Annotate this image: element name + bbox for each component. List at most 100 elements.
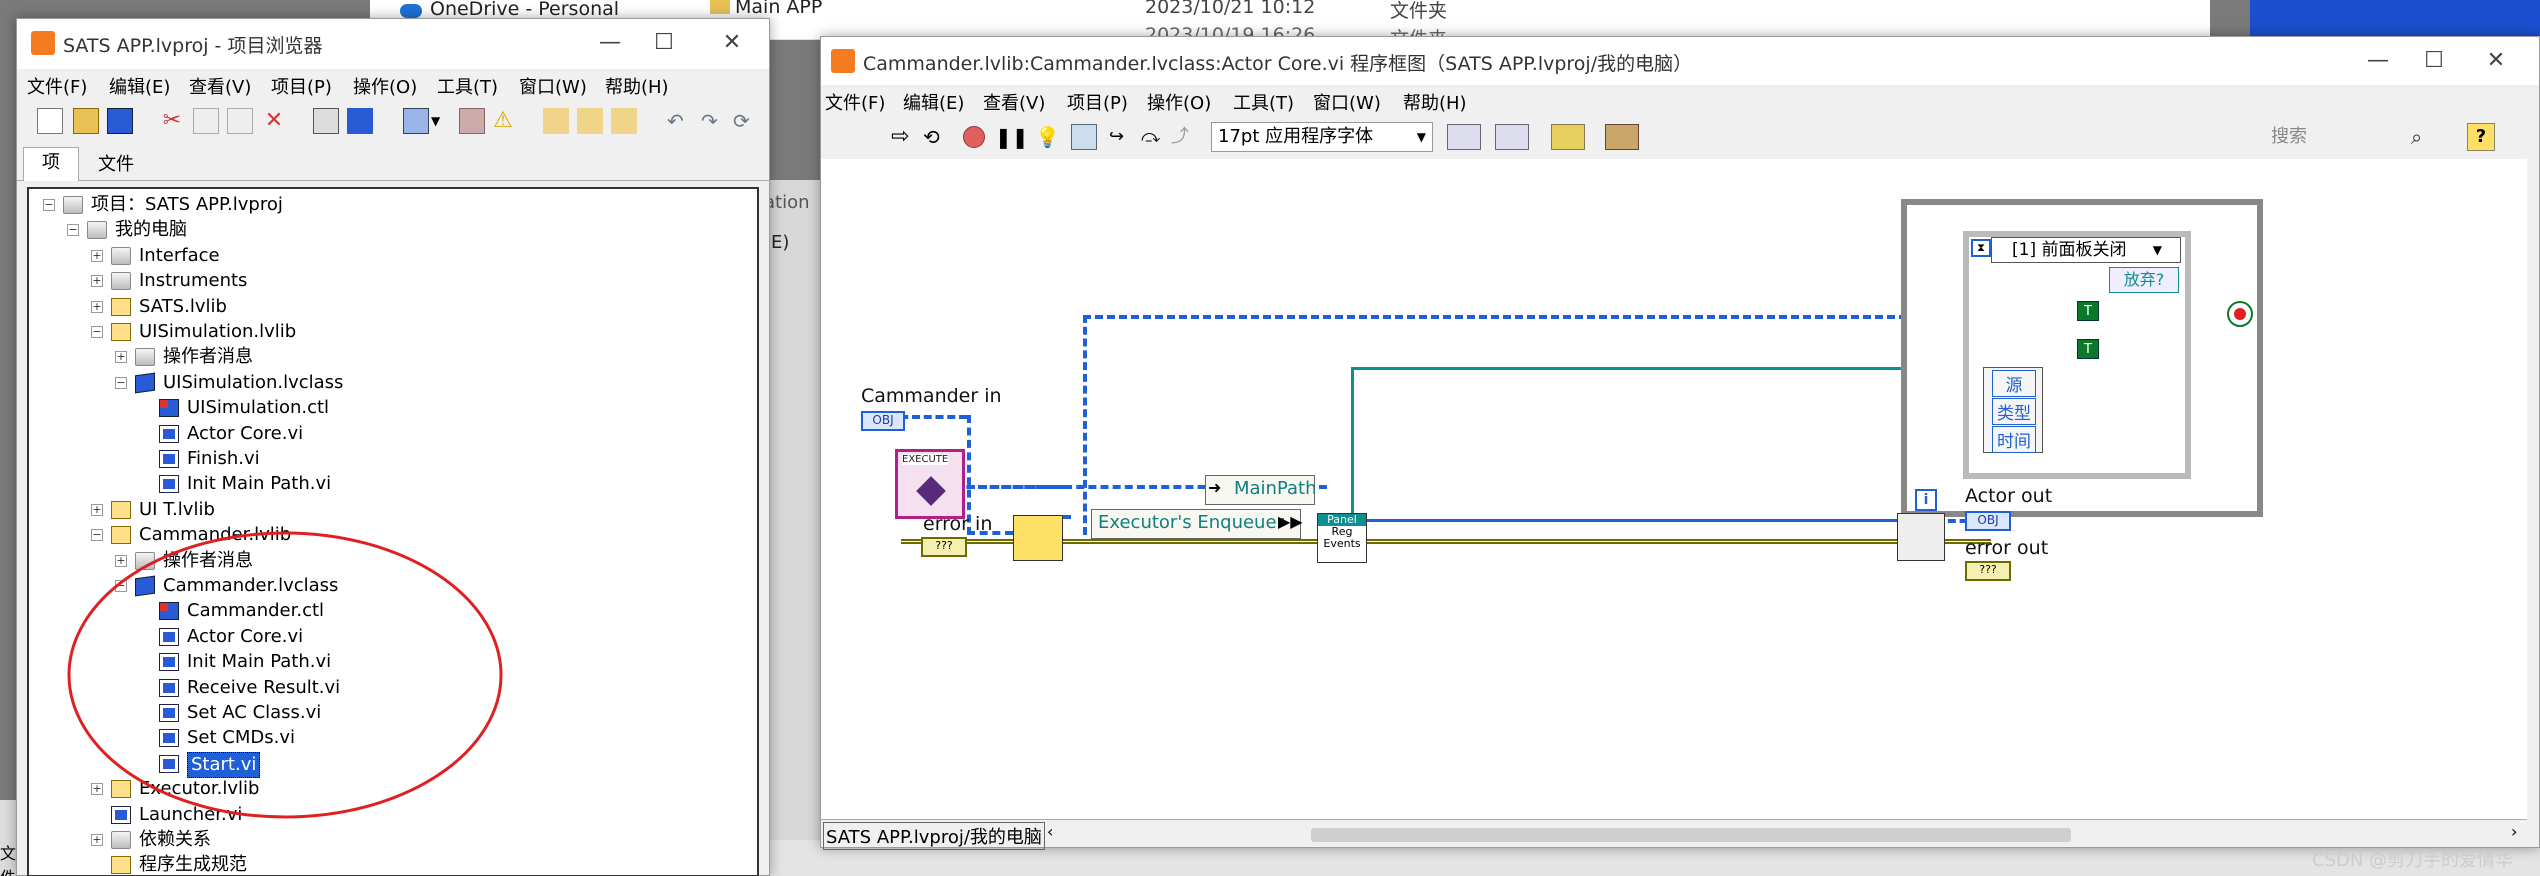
run-continuously-icon[interactable]: ⟲ bbox=[923, 124, 949, 150]
cleanup-diagram-icon[interactable] bbox=[1605, 124, 1639, 150]
menu-project[interactable]: 项目(P) bbox=[271, 73, 332, 99]
true-constant[interactable]: T bbox=[2077, 301, 2099, 321]
tree-item[interactable]: + Instruments bbox=[29, 269, 749, 293]
menu-tools[interactable]: 工具(T) bbox=[1233, 89, 1294, 115]
reorder-icon[interactable] bbox=[1551, 124, 1585, 150]
reg-events-node[interactable]: Panel Reg Events bbox=[1317, 513, 1367, 563]
view-options-icon[interactable] bbox=[403, 108, 429, 134]
executors-enqueuer-node[interactable]: Executor's Enqueuer ▶▶ bbox=[1091, 509, 1303, 539]
expand-all-icon[interactable] bbox=[543, 108, 569, 134]
tree-item[interactable]: + 依赖关系 bbox=[29, 828, 749, 852]
search-field[interactable]: 搜索 ⌕ bbox=[2261, 122, 2441, 152]
menu-help[interactable]: 帮助(H) bbox=[1403, 89, 1467, 115]
expand-icon[interactable]: + bbox=[91, 300, 103, 313]
dropdown-arrow-icon[interactable]: ▼ bbox=[431, 108, 443, 134]
pause-icon[interactable]: ❚❚ bbox=[995, 124, 1029, 150]
open-icon[interactable] bbox=[73, 108, 99, 134]
tree-item[interactable]: − UISimulation.lvclass bbox=[29, 371, 749, 395]
tree-item[interactable]: + SATS.lvlib bbox=[29, 295, 749, 319]
unbundle-node[interactable] bbox=[1897, 513, 1945, 561]
tree-item[interactable]: − 项目：SATS APP.lvproj bbox=[29, 193, 749, 217]
maximize-button[interactable]: ☐ bbox=[639, 25, 689, 61]
tab-files[interactable]: 文件 bbox=[83, 151, 149, 181]
tree-item[interactable]: − UISimulation.lvlib bbox=[29, 320, 749, 344]
tree-item[interactable]: Finish.vi bbox=[29, 447, 749, 471]
onedrive-item[interactable]: OneDrive - Personal bbox=[430, 0, 619, 20]
tab-items[interactable]: 项 bbox=[23, 147, 79, 181]
expand-icon[interactable]: + bbox=[91, 503, 103, 516]
context-help-icon[interactable]: ? bbox=[2467, 123, 2495, 151]
build-icon[interactable] bbox=[313, 108, 339, 134]
sync-icon[interactable] bbox=[611, 108, 637, 134]
step-out-icon[interactable]: ⤴ bbox=[1171, 124, 1197, 150]
step-over-icon[interactable]: ⤼ bbox=[1141, 124, 1167, 150]
expand-icon[interactable]: + bbox=[91, 249, 103, 262]
align-objects-icon[interactable] bbox=[1447, 124, 1481, 150]
expand-icon[interactable]: + bbox=[115, 351, 127, 364]
scroll-right-icon[interactable]: › bbox=[2511, 822, 2517, 841]
save-all-icon[interactable] bbox=[107, 108, 133, 134]
font-select[interactable]: 17pt 应用程序字体 ▼ bbox=[1211, 122, 1433, 152]
collapse-icon[interactable]: − bbox=[43, 199, 55, 211]
undo-icon[interactable]: ↶ bbox=[667, 108, 693, 134]
step-into-icon[interactable]: ↪ bbox=[1109, 124, 1135, 150]
copy-icon[interactable] bbox=[193, 108, 219, 134]
menu-view[interactable]: 查看(V) bbox=[983, 89, 1045, 115]
refresh-icon[interactable]: ⟳ bbox=[733, 108, 759, 134]
distribute-objects-icon[interactable] bbox=[1495, 124, 1529, 150]
close-button[interactable]: ✕ bbox=[707, 25, 757, 61]
menu-help[interactable]: 帮助(H) bbox=[605, 73, 669, 99]
cammander-in-terminal[interactable]: OBJ bbox=[861, 411, 905, 431]
abort-terminal[interactable]: 放弃? bbox=[2109, 267, 2179, 293]
tree-item[interactable]: 程序生成规范 bbox=[29, 853, 749, 875]
menu-view[interactable]: 查看(V) bbox=[189, 73, 251, 99]
retain-wire-values-icon[interactable] bbox=[1071, 124, 1097, 150]
collapse-icon[interactable]: − bbox=[115, 376, 127, 389]
cut-icon[interactable]: ✂ bbox=[159, 108, 185, 134]
tree-item[interactable]: UISimulation.ctl bbox=[29, 396, 749, 420]
expand-icon[interactable]: + bbox=[91, 275, 103, 288]
menu-tools[interactable]: 工具(T) bbox=[437, 73, 498, 99]
error-in-terminal[interactable]: ??? bbox=[921, 537, 967, 557]
collapse-icon[interactable]: − bbox=[67, 224, 79, 237]
file-name[interactable]: Main APP bbox=[735, 0, 822, 18]
true-constant[interactable]: T bbox=[2077, 339, 2099, 359]
tree-item[interactable]: Init Main Path.vi bbox=[29, 472, 749, 496]
collapse-all-icon[interactable] bbox=[577, 108, 603, 134]
highlight-execution-icon[interactable]: 💡 bbox=[1035, 124, 1061, 150]
close-button[interactable]: ✕ bbox=[2471, 43, 2521, 79]
event-case-selector[interactable]: [1] 前面板关闭 ▼ bbox=[1991, 237, 2181, 263]
mainpath-node[interactable]: ➜ MainPath bbox=[1205, 475, 1317, 505]
delete-icon[interactable]: ✕ bbox=[261, 108, 287, 134]
menu-operate[interactable]: 操作(O) bbox=[1147, 89, 1211, 115]
new-icon[interactable] bbox=[37, 108, 63, 134]
resolve-icon[interactable] bbox=[459, 108, 485, 134]
tree-item[interactable]: Actor Core.vi bbox=[29, 422, 749, 446]
horizontal-scrollbar[interactable] bbox=[1311, 828, 2071, 842]
warning-icon[interactable]: ⚠ bbox=[493, 108, 519, 134]
menu-window[interactable]: 窗口(W) bbox=[1313, 89, 1381, 115]
menu-file[interactable]: 文件(F) bbox=[825, 89, 885, 115]
tree-item[interactable]: + 操作者消息 bbox=[29, 345, 749, 369]
scroll-left-icon[interactable]: ‹ bbox=[1047, 822, 1053, 841]
tree-item[interactable]: − 我的电脑 bbox=[29, 218, 749, 242]
menu-project[interactable]: 项目(P) bbox=[1067, 89, 1128, 115]
menu-window[interactable]: 窗口(W) bbox=[519, 73, 587, 99]
paste-icon[interactable] bbox=[227, 108, 253, 134]
maximize-button[interactable]: ☐ bbox=[2409, 43, 2459, 79]
event-data-cluster[interactable]: 源 类型 时间 bbox=[1983, 367, 2043, 453]
minimize-button[interactable]: — bbox=[585, 25, 635, 61]
diagram-canvas[interactable]: Cammander in OBJ EXECUTE error in ??? ➜ … bbox=[821, 159, 2527, 819]
expand-icon[interactable]: + bbox=[91, 834, 103, 846]
bundle-node[interactable] bbox=[1013, 515, 1063, 561]
search-icon[interactable]: ⌕ bbox=[2411, 122, 2422, 152]
menu-edit[interactable]: 编辑(E) bbox=[903, 89, 964, 115]
while-loop[interactable]: ⧗ [1] 前面板关闭 ▼ 放弃? 源 类型 时间 T T i bbox=[1901, 199, 2263, 517]
tree-item[interactable]: + Interface bbox=[29, 244, 749, 268]
run-arrow-icon[interactable]: ⇨ bbox=[891, 124, 917, 150]
abort-icon[interactable] bbox=[963, 126, 985, 148]
deploy-icon[interactable] bbox=[347, 108, 373, 134]
menu-file[interactable]: 文件(F) bbox=[27, 73, 87, 99]
minimize-button[interactable]: — bbox=[2353, 43, 2403, 79]
menu-operate[interactable]: 操作(O) bbox=[353, 73, 417, 99]
